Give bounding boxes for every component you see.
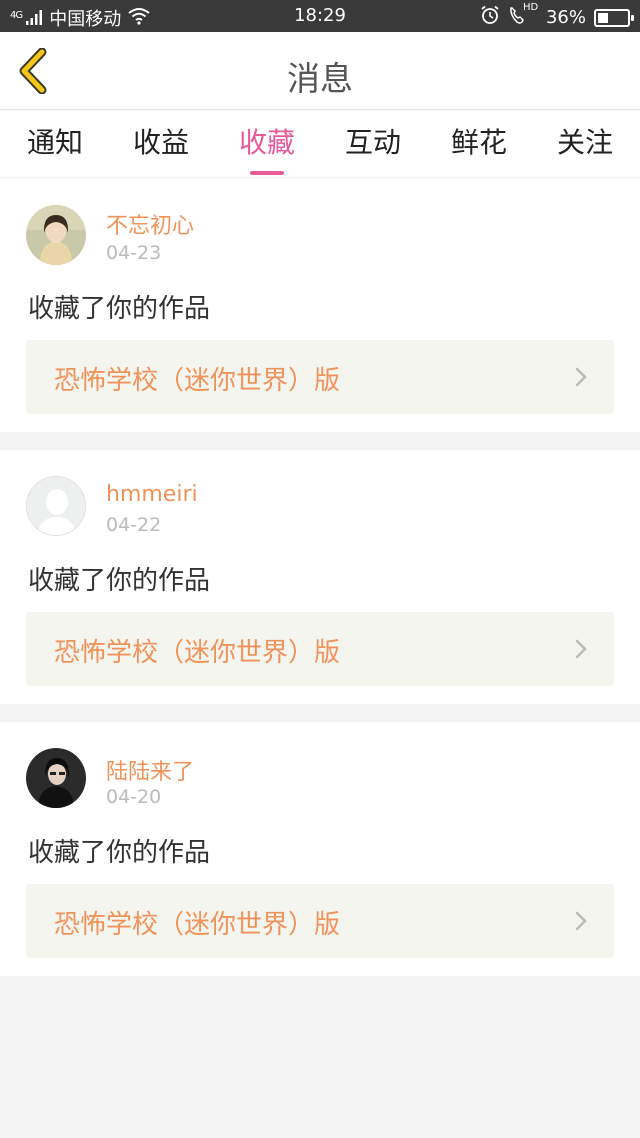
alarm-icon xyxy=(480,5,500,30)
work-link[interactable]: 恐怖学校（迷你世界）版 xyxy=(26,340,614,414)
hd-label: HD xyxy=(522,2,539,13)
work-link[interactable]: 恐怖学校（迷你世界）版 xyxy=(26,612,614,686)
tab-label: 通知 xyxy=(26,126,83,159)
tab-label: 鲜花 xyxy=(450,126,507,159)
message-date: 04-20 xyxy=(106,786,162,808)
message-action: 收藏了你的作品 xyxy=(28,838,211,868)
tab-label: 互动 xyxy=(344,126,401,159)
battery-level xyxy=(598,12,608,23)
tab-earnings[interactable]: 收益 xyxy=(106,121,216,161)
status-bar: 4G 中国移动 18:29 HD 36% xyxy=(0,0,640,32)
nav-header: 消息 xyxy=(0,32,640,110)
work-link[interactable]: 恐怖学校（迷你世界）版 xyxy=(26,884,614,958)
tab-notifications[interactable]: 通知 xyxy=(0,121,110,161)
avatar[interactable] xyxy=(26,476,86,536)
message-date: 04-22 xyxy=(106,514,162,536)
tab-interactions[interactable]: 互动 xyxy=(318,121,428,161)
tab-flowers[interactable]: 鲜花 xyxy=(424,121,534,161)
message-card: hmmeiri 04-22 收藏了你的作品 恐怖学校（迷你世界）版 xyxy=(0,450,640,704)
tab-following[interactable]: 关注 xyxy=(530,121,640,161)
tab-favorites[interactable]: 收藏 xyxy=(212,121,322,175)
chevron-right-icon xyxy=(575,911,587,931)
hd-call-icon: HD xyxy=(508,2,538,30)
message-tabs: 通知 收益 收藏 互动 鲜花 关注 xyxy=(0,111,640,177)
message-date: 04-23 xyxy=(106,242,162,264)
battery-percent: 36% xyxy=(545,7,586,28)
battery-icon xyxy=(594,8,634,27)
avatar[interactable] xyxy=(26,748,86,808)
work-title: 恐怖学校（迷你世界）版 xyxy=(54,910,341,940)
work-title: 恐怖学校（迷你世界）版 xyxy=(54,366,341,396)
username[interactable]: 陆陆来了 xyxy=(106,754,194,786)
chevron-right-icon xyxy=(575,639,587,659)
message-card: 陆陆来了 04-20 收藏了你的作品 恐怖学校（迷你世界）版 xyxy=(0,722,640,976)
tab-indicator xyxy=(250,171,284,175)
username[interactable]: hmmeiri xyxy=(106,482,198,507)
chevron-right-icon xyxy=(575,367,587,387)
message-card: 不忘初心 04-23 收藏了你的作品 恐怖学校（迷你世界）版 xyxy=(0,178,640,432)
avatar[interactable] xyxy=(26,205,86,265)
message-action: 收藏了你的作品 xyxy=(28,294,211,324)
status-right: HD 36% xyxy=(480,2,634,30)
tab-label: 收藏 xyxy=(238,126,295,159)
message-action: 收藏了你的作品 xyxy=(28,566,211,596)
tab-label: 收益 xyxy=(132,126,189,159)
username[interactable]: 不忘初心 xyxy=(106,208,194,240)
work-title: 恐怖学校（迷你世界）版 xyxy=(54,638,341,668)
tab-label: 关注 xyxy=(556,126,613,159)
page-title: 消息 xyxy=(287,59,353,98)
